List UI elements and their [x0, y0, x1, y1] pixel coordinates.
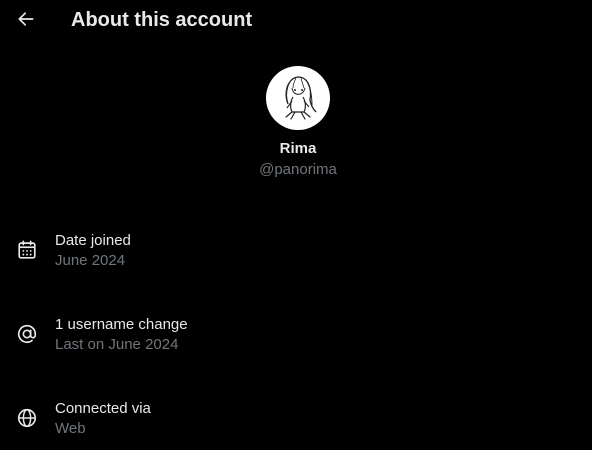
username-handle: @panorima — [259, 161, 337, 178]
at-sign-icon — [17, 324, 37, 344]
calendar-icon — [18, 240, 36, 259]
display-name: Rima — [279, 140, 317, 157]
page-title: About this account — [71, 9, 253, 31]
avatar[interactable] — [266, 66, 330, 130]
connected-via-label: Connected via — [55, 400, 151, 417]
date-joined-label: Date joined — [55, 232, 131, 249]
connected-via-value: Web — [55, 420, 86, 437]
info-row-connected-via: Connected via Web — [0, 399, 592, 443]
profile-summary: Rima @panorima — [0, 66, 592, 180]
avatar-drawing — [285, 76, 317, 120]
username-change-value: Last on June 2024 — [55, 336, 179, 353]
arrow-left-icon — [18, 12, 34, 26]
username-change-label: 1 username change — [55, 316, 188, 333]
info-row-date-joined: Date joined June 2024 — [0, 231, 592, 275]
date-joined-value: June 2024 — [55, 252, 126, 269]
globe-icon — [17, 408, 37, 428]
info-row-username-changes: 1 username change Last on June 2024 — [0, 315, 592, 359]
back-button[interactable] — [13, 6, 39, 32]
page-header: About this account — [0, 0, 592, 40]
